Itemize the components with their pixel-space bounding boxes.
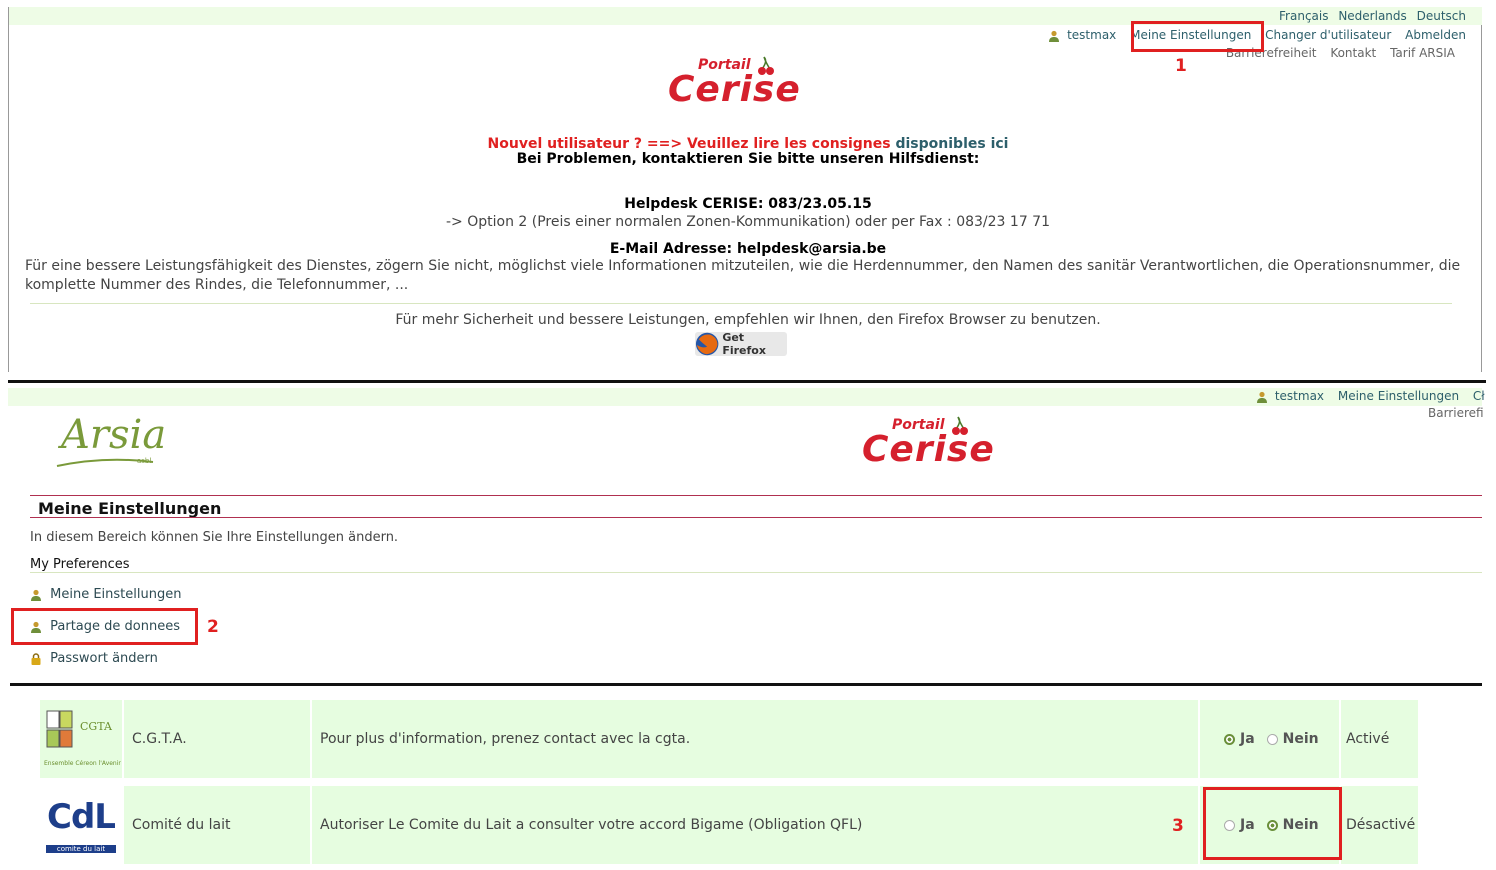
status-text: Activé	[1346, 731, 1390, 747]
annotation-number-1: 1	[1175, 56, 1187, 76]
helpdesk-email: E-Mail Adresse: helpdesk@arsia.be	[609, 241, 887, 257]
notice-line: Nouvel utilisateur ? ==> Veuillez lire l…	[487, 136, 1009, 152]
table-row: CGTA Ensemble Céreon l'Avenir C.G.T.A. P…	[40, 700, 1418, 778]
nav-logout[interactable]: Abmelden	[1405, 28, 1466, 42]
prefs-divider	[30, 572, 1482, 573]
middle-user-bar: testmax Meine Einstellungen Cł	[1256, 389, 1485, 403]
problems-text: Bei Problemen, kontaktieren Sie bitte un…	[516, 151, 980, 167]
section-separator-1	[8, 380, 1486, 383]
helpdesk-phone: Helpdesk CERISE: 083/23.05.15	[624, 196, 872, 212]
nav-tarif[interactable]: Tarif ARSIA	[1390, 46, 1455, 60]
cgta-logo: CGTA Ensemble Céreon l'Avenir	[40, 700, 124, 778]
menu-change-password[interactable]: Passwort ändern	[30, 651, 158, 666]
cerise-logo: Portail Cerise	[668, 56, 801, 110]
user-icon	[1049, 30, 1060, 42]
firefox-icon	[695, 332, 719, 356]
settings-description: In diesem Bereich können Sie Ihre Einste…	[30, 530, 399, 545]
org-description: Autoriser Le Comite du Lait a consulter …	[312, 786, 1200, 864]
org-name: C.G.T.A.	[124, 700, 312, 778]
arsia-logo: Arsia asbl	[55, 412, 166, 472]
arsia-swoosh-icon	[56, 458, 154, 467]
org-name: Comité du lait	[124, 786, 312, 864]
middle-subnav[interactable]: Barrierefi	[1428, 406, 1484, 420]
prefs-title: My Preferences	[30, 557, 130, 572]
annotation-number-2: 2	[207, 617, 219, 637]
heading-line-top	[30, 495, 1482, 496]
consent-radio-group: Ja Nein	[1200, 700, 1341, 778]
firefox-button[interactable]: Get Firefox	[695, 331, 787, 357]
radio-yes[interactable]	[1224, 733, 1235, 745]
heading-line-bottom	[30, 517, 1482, 518]
annotation-box-1	[1131, 21, 1264, 52]
user-icon	[31, 589, 41, 601]
helpdesk-option: -> Option 2 (Preis einer normalen Zonen-…	[445, 214, 1050, 230]
cerise-logo-middle: Portail Cerise	[862, 416, 995, 470]
lang-fr[interactable]: Français	[1279, 9, 1328, 23]
middle-nav-settings[interactable]: Meine Einstellungen	[1338, 389, 1459, 403]
middle-nav-change[interactable]: Cł	[1473, 389, 1485, 403]
username[interactable]: testmax	[1067, 28, 1116, 42]
divider	[30, 303, 1452, 304]
org-description: Pour plus d'information, prenez contact …	[312, 700, 1200, 778]
info-text: Für eine bessere Leistungsfähigkeit des …	[25, 258, 1461, 293]
firefox-text: Für mehr Sicherheit und bessere Leistung…	[395, 312, 1101, 328]
radio-no[interactable]	[1266, 733, 1278, 745]
annotation-box-3	[1203, 787, 1342, 860]
nav-contact[interactable]: Kontakt	[1330, 46, 1376, 60]
section-separator-2	[10, 683, 1482, 686]
lang-nl[interactable]: Nederlands	[1338, 9, 1406, 23]
cgta-emblem-icon	[46, 710, 73, 748]
status-text: Désactivé	[1346, 817, 1416, 833]
annotation-number-3: 3	[1172, 816, 1184, 836]
menu-my-settings[interactable]: Meine Einstellungen	[30, 587, 181, 602]
lang-de[interactable]: Deutsch	[1417, 9, 1466, 23]
annotation-box-2	[11, 608, 198, 645]
lock-icon	[31, 652, 41, 665]
user-icon	[1257, 391, 1267, 403]
instructions-link[interactable]: disponibles ici	[895, 136, 1008, 152]
middle-username[interactable]: testmax	[1275, 389, 1324, 403]
cdl-logo: CdL comite du lait	[40, 786, 124, 864]
nav-change-user[interactable]: Changer d'utilisateur	[1265, 28, 1391, 42]
page-title: Meine Einstellungen	[38, 499, 222, 518]
